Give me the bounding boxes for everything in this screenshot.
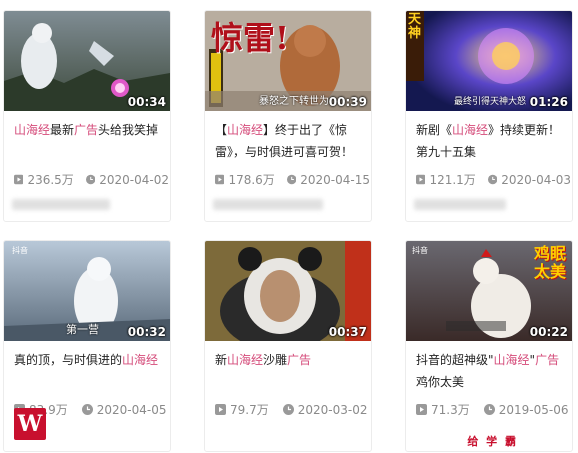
publish-date: 2020-03-02 — [297, 402, 368, 417]
overlay-title: 惊雷! — [211, 19, 290, 57]
video-meta: 178.6万 2020-04-15 — [215, 171, 370, 188]
view-count: 71.3万 — [431, 403, 470, 417]
video-card[interactable]: 天神 最终引得天神大怒 01:26 新剧《山海经》持续更新！第九十五集 121.… — [405, 10, 573, 222]
clock-icon — [282, 404, 294, 415]
view-count: 121.1万 — [429, 173, 476, 187]
publish-date: 2020-04-05 — [96, 402, 167, 417]
video-duration: 00:37 — [328, 325, 367, 339]
overlay-title: 鸡眠太美 — [534, 244, 567, 281]
video-card[interactable]: 鸡眠太美 抖音 00:22 抖音的超神级"山海经"广告鸡你太美 71.3万 20… — [405, 240, 573, 452]
video-meta: 71.3万 2019-05-06 — [416, 401, 571, 418]
video-duration: 01:26 — [529, 95, 568, 109]
overlay-title: 抖音 — [12, 246, 28, 255]
clock-icon — [81, 404, 93, 415]
overlay-caption: 抖音 — [412, 246, 428, 255]
video-duration: 00:34 — [127, 95, 166, 109]
clock-icon — [85, 174, 96, 185]
video-title[interactable]: 真的顶，与时俱进的山海经 — [14, 349, 164, 371]
video-title[interactable]: 山海经最新广告头给我笑掉 — [14, 119, 164, 141]
video-meta: 121.1万 2020-04-03 — [416, 171, 571, 188]
video-card[interactable]: 惊雷! 暴怒之下转世为 00:39 【山海经】终于出了《惊雷》，与时俱进可喜可贺… — [204, 10, 372, 222]
publish-date: 2020-04-03 — [501, 172, 571, 187]
video-grid: 00:34 山海经最新广告头给我笑掉 236.5万 2020-04-02 惊雷!… — [0, 0, 578, 453]
publish-date: 2020-04-02 — [99, 172, 169, 187]
publish-date: 2019-05-06 — [498, 402, 569, 417]
play-count-icon — [14, 174, 24, 185]
overlay-caption: 第一营 — [66, 323, 99, 336]
video-duration: 00:22 — [529, 325, 568, 339]
play-count-icon — [215, 174, 225, 185]
video-thumbnail[interactable]: 抖音 第一营 00:32 — [4, 241, 170, 341]
video-thumbnail[interactable]: 鸡眠太美 抖音 00:22 — [406, 241, 572, 341]
video-title[interactable]: 【山海经】终于出了《惊雷》，与时俱进可喜可贺！ — [215, 119, 365, 163]
view-count: 178.6万 — [228, 173, 275, 187]
clock-icon — [487, 174, 498, 185]
view-count: 79.7万 — [230, 403, 269, 417]
video-title[interactable]: 抖音的超神级"山海经"广告鸡你太美 — [416, 349, 566, 393]
author-name[interactable] — [213, 199, 323, 210]
play-count-icon — [416, 174, 426, 185]
play-count-icon — [416, 404, 427, 415]
play-count-icon — [215, 404, 226, 415]
overlay-caption: 暴怒之下转世为 — [259, 96, 329, 107]
video-title[interactable]: 新山海经沙雕广告 — [215, 349, 365, 371]
overlay-title: 天神 — [408, 12, 422, 41]
video-duration: 00:32 — [127, 325, 166, 339]
author-name[interactable] — [12, 199, 110, 210]
clock-icon — [286, 174, 297, 185]
overlay-caption: 最终引得天神大怒 — [454, 97, 527, 107]
video-thumbnail[interactable]: 00:37 — [205, 241, 371, 341]
video-card[interactable]: 00:34 山海经最新广告头给我笑掉 236.5万 2020-04-02 — [3, 10, 171, 222]
video-meta: 236.5万 2020-04-02 — [14, 171, 169, 188]
video-duration: 00:39 — [328, 95, 367, 109]
author-name[interactable] — [414, 199, 506, 210]
publish-date: 2020-04-15 — [300, 172, 370, 187]
video-card[interactable]: 00:37 新山海经沙雕广告 79.7万 2020-03-02 — [204, 240, 372, 452]
watermark: 给 学 霸 — [467, 435, 518, 448]
view-count: 236.5万 — [27, 173, 74, 187]
video-title[interactable]: 新剧《山海经》持续更新！第九十五集 — [416, 119, 566, 163]
video-thumbnail[interactable]: 天神 最终引得天神大怒 01:26 — [406, 11, 572, 111]
video-thumbnail[interactable]: 惊雷! 暴怒之下转世为 00:39 — [205, 11, 371, 111]
video-meta: 79.7万 2020-03-02 — [215, 401, 370, 418]
clock-icon — [483, 404, 495, 415]
site-logo: W — [14, 408, 46, 440]
video-thumbnail[interactable]: 00:34 — [4, 11, 170, 111]
